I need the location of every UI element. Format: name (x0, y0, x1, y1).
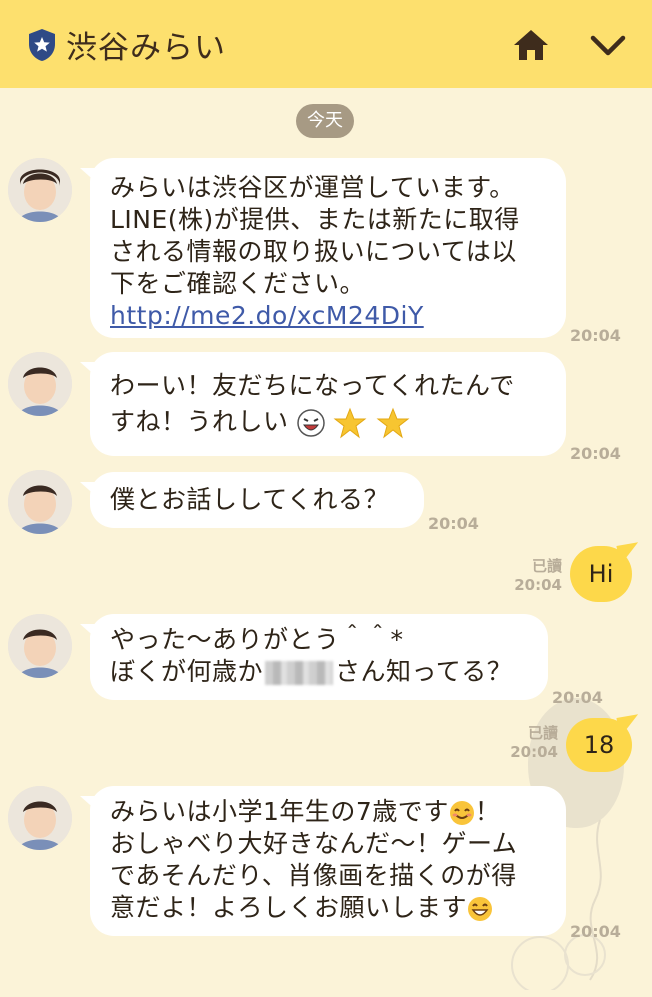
message-bubble: やった〜ありがとう＾＾* ぼくが何歳か さん知ってる？ (80, 614, 548, 700)
star-icon (333, 407, 367, 439)
my-message-text: Hi (588, 560, 614, 588)
avatar[interactable] (8, 614, 72, 678)
avatar[interactable] (8, 786, 72, 850)
message-line: であそんだり、肖像画を描くのが得 (110, 861, 517, 890)
message-line: 下をご確認ください。 (110, 269, 366, 298)
boy-avatar-icon (8, 352, 72, 416)
message-time: 20:04 (552, 688, 603, 707)
chat-header: 渋谷みらい (0, 0, 652, 88)
message-time: 20:04 (428, 514, 479, 533)
avatar[interactable] (8, 158, 72, 222)
message-time: 20:04 (510, 743, 558, 761)
message-text: ぼくが何歳か (110, 657, 264, 686)
message-line-with-emoji: すね！うれしい (110, 404, 546, 440)
boy-avatar-icon (8, 614, 72, 678)
boy-avatar-icon (8, 470, 72, 534)
my-message-bubble: Hi (570, 546, 632, 602)
message-line: 僕とお話ししてくれる？ (110, 485, 390, 514)
chat-title: 渋谷みらい (66, 30, 226, 66)
read-receipt: 已讀 20:04 (500, 557, 562, 595)
message-link[interactable]: http://me2.do/xcM24DiY (110, 300, 546, 332)
message-time: 20:04 (570, 444, 621, 463)
message-bubble: 僕とお話ししてくれる？ (80, 472, 424, 528)
read-label: 已讀 (527, 724, 558, 742)
message-text: さん知ってる？ (335, 657, 513, 686)
avatar[interactable] (8, 470, 72, 534)
message-text: 意だよ！よろしくお願いします (110, 893, 468, 922)
message-text: すね！うれしい (110, 407, 289, 436)
avatar[interactable] (8, 352, 72, 416)
message-line: わーい！友だちになってくれたんで (110, 371, 515, 400)
message-line: みらいは渋谷区が運営しています。 (110, 173, 515, 202)
message-line-with-emoji: 意だよ！よろしくお願いします (110, 892, 546, 924)
message-line-with-redaction: ぼくが何歳か さん知ってる？ (110, 656, 528, 688)
message-time: 20:04 (514, 576, 562, 594)
message-bubble: みらいは渋谷区が運営しています。 LINE(株)が提供、または新たに取得 される… (80, 158, 566, 338)
message-line-with-emoji: みらいは小学1年生の7歳です ！ (110, 796, 546, 828)
message-time: 20:04 (570, 922, 621, 941)
message-line: やった〜ありがとう＾＾* (110, 625, 404, 654)
laughing-emoji-icon (297, 409, 325, 437)
message-bubble: みらいは小学1年生の7歳です ！ おしゃべり大好きなんだ〜！ゲーム であそんだり… (80, 786, 566, 936)
home-icon[interactable] (512, 28, 550, 62)
read-receipt: 已讀 20:04 (496, 724, 558, 762)
message-time: 20:04 (570, 326, 621, 345)
my-message-text: 18 (583, 731, 615, 759)
message-text: ！ (474, 797, 501, 826)
message-bubble: わーい！友だちになってくれたんで すね！うれしい (80, 352, 566, 456)
message-line: LINE(株)が提供、または新たに取得 (110, 205, 520, 234)
star-icon (376, 407, 410, 439)
date-separator: 今天 (296, 104, 354, 138)
message-line: される情報の取り扱いについては以 (110, 237, 517, 266)
boy-avatar-icon (8, 158, 72, 222)
smiling-emoji-icon (449, 801, 474, 825)
message-text: みらいは小学1年生の7歳です (110, 797, 449, 826)
message-line: おしゃべり大好きなんだ〜！ゲーム (110, 829, 518, 858)
blurred-name (265, 661, 334, 685)
my-message-bubble: 18 (566, 718, 632, 772)
grinning-emoji-icon (468, 897, 493, 921)
read-label: 已讀 (531, 557, 562, 575)
boy-avatar-icon (8, 786, 72, 850)
chevron-down-icon[interactable] (590, 34, 626, 58)
shield-star-icon (29, 29, 55, 61)
